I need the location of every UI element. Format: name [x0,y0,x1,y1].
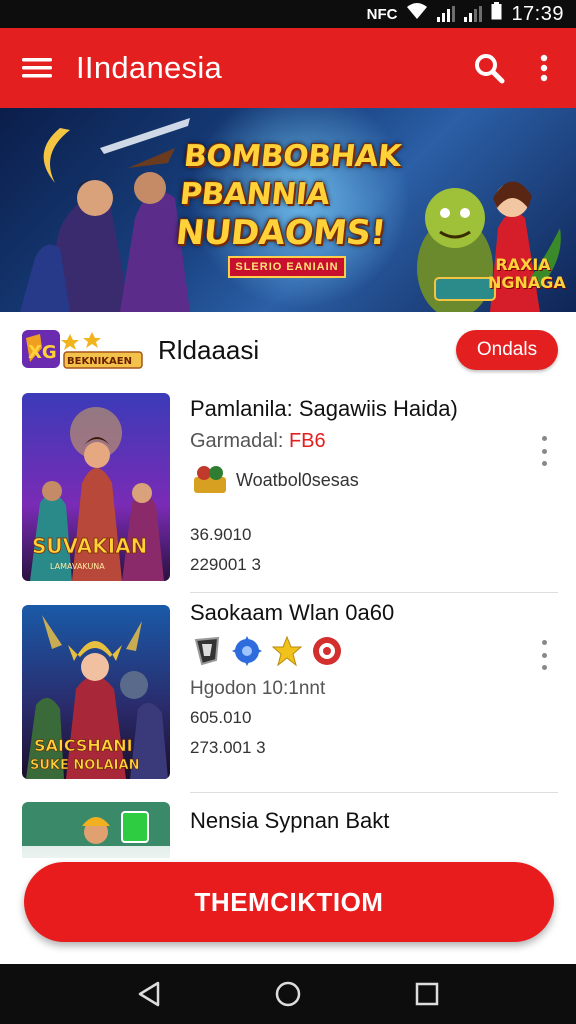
more-dot-icon [541,665,547,670]
recents-icon [415,982,438,1006]
game-stat-2: 229001 3 [190,555,261,574]
wifi-icon [406,2,428,26]
more-vert-icon [540,54,548,82]
game-subtitle: Garmadal: FB6 [190,430,510,453]
item-more-button[interactable] [534,436,554,466]
game-info: Pamlanila: Sagawiis Haida) Garmadal: FB6… [190,396,510,575]
svg-text:BEKNIKAEN: BEKNIKAEN [67,356,132,367]
game-info: Nensia Sypnan Bakt [190,808,510,834]
more-dot-icon [541,448,547,454]
status-bar: NFC 17:39 [0,0,576,28]
list-item[interactable]: SUVAKIAN LAMAVAKUNA Pamlanila: Sagawiis … [0,388,576,593]
game-thumbnail[interactable]: SAICSHANI SUKE NOLAIAN [22,605,170,779]
cta-container: THEMCIKTIOM [0,846,576,964]
banner-ribbon: SLERIO EANIAIN [228,256,346,278]
more-dot-icon [541,461,547,466]
promo-banner[interactable]: BOMBOBHAK PBANNIA NUDAOMS! SLERIO EANIAI… [0,108,576,312]
search-button[interactable] [456,28,522,108]
game-title: Nensia Sypnan Bakt [190,808,390,833]
game-subtitle-accent: FB6 [288,430,326,452]
svg-text:XG: XG [28,342,57,363]
app-bar: IIndanesia [0,28,576,108]
target-badge-icon [313,637,341,665]
banner-title-line3: NUDAOMS! [173,213,388,253]
more-dot-icon [541,436,547,441]
nav-back-button[interactable] [125,970,173,1018]
game-tag-icon [194,466,226,493]
game-subtitle-text: Garmadal: [190,430,289,452]
battery-icon [491,2,502,26]
star-badge-icon [271,635,303,667]
home-icon [275,981,301,1007]
game-info: Saokaam Wlan 0a60 Hgodon 10:1nnt 605.010… [190,600,510,758]
game-thumbnail-art: SUVAKIAN LAMAVAKUNA [22,393,170,581]
svg-text:SAICSHANI: SAICSHANI [34,736,133,755]
game-tag: Woatbol0sesas [236,469,359,490]
section-logo: XG BEKNIKAEN [22,328,144,372]
game-subtitle: Hgodon 10:1nnt [190,678,326,699]
banner-title: BOMBOBHAK PBANNIA NUDAOMS! [173,138,446,253]
game-stat-1: 605.010 [190,708,252,727]
game-title: Saokaam Wlan 0a60 [190,600,395,625]
game-title: Pamlanila: Sagawiis Haida) [190,396,458,421]
nfc-icon: NFC [366,5,398,23]
banner-title-line2: PBANNIA [178,177,332,212]
more-dot-icon [541,640,547,645]
game-stat-1: 36.9010 [190,525,252,544]
divider [190,792,558,793]
game-badge-row [190,634,510,668]
banner-title-line1: BOMBOBHAK [182,139,403,174]
game-stat-2: 273.001 3 [190,738,266,757]
signal-icon-2 [464,6,483,22]
section-logo-art: XG BEKNIKAEN [22,330,143,369]
shield-badge-icon [194,636,220,666]
cta-button[interactable]: THEMCIKTIOM [24,862,554,942]
gear-badge-icon [232,636,262,666]
app-title: IIndanesia [76,50,223,85]
section-header: XG BEKNIKAEN Rldaaasi Ondals [0,312,576,388]
svg-text:SUKE NOLAIAN: SUKE NOLAIAN [30,758,139,773]
overflow-menu-button[interactable] [522,28,566,108]
clock: 17:39 [511,2,564,25]
menu-button[interactable] [0,28,76,108]
signal-icon [437,6,456,22]
section-action-button[interactable]: Ondals [456,330,558,370]
back-icon [139,981,160,1007]
svg-text:LAMAVAKUNA: LAMAVAKUNA [50,562,105,571]
hamburger-menu-icon [22,58,52,78]
divider [190,592,558,593]
svg-text:SUVAKIAN: SUVAKIAN [32,534,147,558]
game-thumbnail[interactable]: SUVAKIAN LAMAVAKUNA [22,393,170,581]
banner-badge: RAXIA NGNAGA [488,255,566,292]
item-more-button[interactable] [534,640,554,670]
more-dot-icon [541,652,547,658]
search-icon [475,54,505,84]
game-tag-row: Woatbol0sesas [190,463,510,497]
list-item[interactable]: SAICSHANI SUKE NOLAIAN Saokaam Wlan 0a60 [0,600,576,796]
nav-home-button[interactable] [264,970,312,1018]
game-thumbnail-art: SAICSHANI SUKE NOLAIAN [22,605,170,779]
system-nav-bar [0,964,576,1024]
nav-recents-button[interactable] [403,970,451,1018]
